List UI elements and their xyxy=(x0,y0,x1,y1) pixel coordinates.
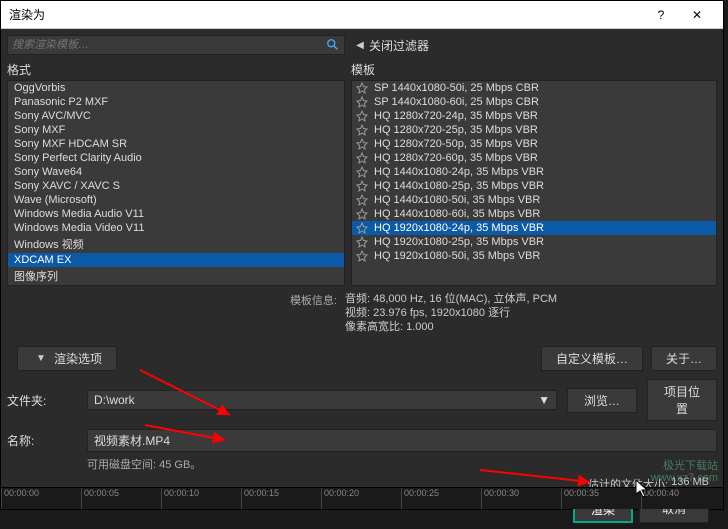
filter-closer[interactable]: ◀ 关闭过滤器 xyxy=(351,35,429,55)
template-list[interactable]: SP 1440x1080-50i, 25 Mbps CBRSP 1440x108… xyxy=(351,80,717,286)
titlebar: 渲染为 ? ✕ xyxy=(1,1,723,29)
list-item[interactable]: HQ 1440x1080-25p, 35 Mbps VBR xyxy=(352,179,716,193)
star-icon[interactable] xyxy=(356,250,368,262)
disk-value: 45 GB。 xyxy=(159,456,201,472)
template-info: 音频: 48,000 Hz, 16 位(MAC), 立体声, PCM 视频: 2… xyxy=(345,292,717,334)
search-bar[interactable] xyxy=(7,35,345,55)
list-item[interactable]: Windows 视频 xyxy=(8,235,344,253)
star-icon[interactable] xyxy=(356,236,368,248)
list-item[interactable]: SP 1440x1080-60i, 25 Mbps CBR xyxy=(352,95,716,109)
star-icon[interactable] xyxy=(356,152,368,164)
chevron-down-icon: ▼ xyxy=(538,393,550,407)
star-icon[interactable] xyxy=(356,166,368,178)
list-item[interactable]: Windows Media Video V11 xyxy=(8,221,344,235)
list-item[interactable]: HQ 1920x1080-25p, 35 Mbps VBR xyxy=(352,235,716,249)
star-icon[interactable] xyxy=(356,194,368,206)
render-options-button[interactable]: ▼ 渲染选项 xyxy=(17,346,117,371)
chevron-left-icon: ◀ xyxy=(351,40,369,51)
browse-button[interactable]: 浏览… xyxy=(567,388,637,413)
timeline-tick: 00:00:35 xyxy=(561,488,641,509)
folder-combo[interactable]: D:\work ▼ xyxy=(87,390,557,410)
star-icon[interactable] xyxy=(356,96,368,108)
chevron-down-icon: ▼ xyxy=(32,353,50,364)
timeline-tick: 00:00:10 xyxy=(161,488,241,509)
list-item[interactable]: Panasonic P2 MXF xyxy=(8,95,344,109)
project-location-button[interactable]: 项目位置 xyxy=(647,379,717,421)
star-icon[interactable] xyxy=(356,180,368,192)
list-item[interactable]: HQ 1920x1080-50i, 35 Mbps VBR xyxy=(352,249,716,263)
name-input[interactable]: 视频素材.MP4 xyxy=(87,429,717,452)
list-item[interactable]: Sony Wave64 xyxy=(8,165,344,179)
format-label: 格式 xyxy=(7,61,345,78)
list-item[interactable]: Sony Perfect Clarity Audio xyxy=(8,151,344,165)
timeline-tick: 00:00:05 xyxy=(81,488,161,509)
timeline-tick: 00:00:25 xyxy=(401,488,481,509)
list-item[interactable]: Sony XAVC / XAVC S xyxy=(8,179,344,193)
star-icon[interactable] xyxy=(356,208,368,220)
star-icon[interactable] xyxy=(356,222,368,234)
search-icon[interactable] xyxy=(326,38,340,52)
timeline: 00:00:0000:00:0500:00:1000:00:1500:00:20… xyxy=(1,487,723,509)
disk-label: 可用磁盘空间: xyxy=(87,456,156,472)
star-icon[interactable] xyxy=(356,124,368,136)
list-item[interactable]: HQ 1440x1080-24p, 35 Mbps VBR xyxy=(352,165,716,179)
list-item[interactable]: SP 1440x1080-50i, 25 Mbps CBR xyxy=(352,81,716,95)
star-icon[interactable] xyxy=(356,110,368,122)
list-item[interactable]: HQ 1440x1080-60i, 35 Mbps VBR xyxy=(352,207,716,221)
timeline-tick: 00:00:40 xyxy=(641,488,721,509)
timeline-tick: 00:00:30 xyxy=(481,488,561,509)
timeline-tick: 00:00:15 xyxy=(241,488,321,509)
timeline-tick: 00:00:00 xyxy=(1,488,81,509)
folder-label: 文件夹: xyxy=(7,392,77,409)
list-item[interactable]: HQ 1280x720-60p, 35 Mbps VBR xyxy=(352,151,716,165)
about-button[interactable]: 关于… xyxy=(651,346,717,371)
list-item[interactable]: XDCAM EX xyxy=(8,253,344,267)
list-item[interactable]: HQ 1280x720-24p, 35 Mbps VBR xyxy=(352,109,716,123)
list-item[interactable]: HQ 1280x720-25p, 35 Mbps VBR xyxy=(352,123,716,137)
search-input[interactable] xyxy=(12,39,326,51)
custom-template-button[interactable]: 自定义模板… xyxy=(541,346,643,371)
list-item[interactable]: HQ 1280x720-50p, 35 Mbps VBR xyxy=(352,137,716,151)
list-item[interactable]: Sony MXF xyxy=(8,123,344,137)
format-list[interactable]: MAGIX IntermediateMainConcept MPEG-1Main… xyxy=(7,80,345,286)
template-label: 模板 xyxy=(351,61,717,78)
list-item[interactable]: HQ 1440x1080-50i, 35 Mbps VBR xyxy=(352,193,716,207)
template-info-label: 模板信息: xyxy=(7,292,345,334)
list-item[interactable]: OggVorbis xyxy=(8,81,344,95)
list-item[interactable]: 图像序列 xyxy=(8,267,344,285)
timeline-tick: 00:00:20 xyxy=(321,488,401,509)
list-item[interactable]: Windows Media Audio V11 xyxy=(8,207,344,221)
help-button[interactable]: ? xyxy=(643,3,679,27)
dialog-title: 渲染为 xyxy=(9,6,643,23)
list-item[interactable]: Sony AVC/MVC xyxy=(8,109,344,123)
star-icon[interactable] xyxy=(356,82,368,94)
list-item[interactable]: Wave (Microsoft) xyxy=(8,193,344,207)
list-item[interactable]: Sony MXF HDCAM SR xyxy=(8,137,344,151)
close-button[interactable]: ✕ xyxy=(679,3,715,27)
list-item[interactable]: HQ 1920x1080-24p, 35 Mbps VBR xyxy=(352,221,716,235)
name-label: 名称: xyxy=(7,432,77,449)
star-icon[interactable] xyxy=(356,138,368,150)
